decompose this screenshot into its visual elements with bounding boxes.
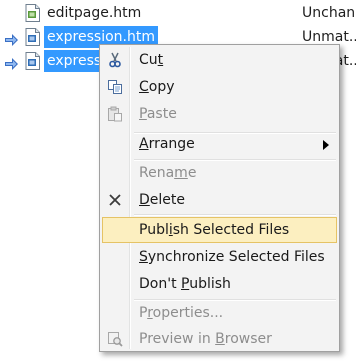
menu-item-label: Properties... bbox=[139, 305, 224, 321]
menu-item-properties[interactable]: Properties... bbox=[102, 300, 337, 326]
copy-icon bbox=[107, 79, 123, 95]
menu-item-label: Don't Publish bbox=[139, 276, 231, 292]
file-row-editpage[interactable]: editpage.htm Unchan... bbox=[0, 2, 356, 24]
submenu-arrow-icon bbox=[323, 140, 329, 150]
menu-item-synchronize-selected-files[interactable]: Synchronize Selected Files bbox=[102, 244, 337, 270]
menu-item-dont-publish[interactable]: Don't Publish bbox=[102, 271, 337, 297]
menu-item-publish-selected-files[interactable]: Publish Selected Files bbox=[102, 217, 337, 243]
html-file-icon bbox=[25, 28, 41, 46]
paste-icon bbox=[107, 106, 123, 122]
context-menu: Cut Copy Paste Arrange Rename Delete Pub… bbox=[99, 44, 340, 352]
menu-item-label: Synchronize Selected Files bbox=[139, 249, 325, 265]
menu-item-copy[interactable]: Copy bbox=[102, 74, 337, 100]
preview-browser-icon bbox=[107, 331, 123, 347]
menu-item-label: Rename bbox=[139, 165, 197, 181]
menu-item-arrange[interactable]: Arrange bbox=[102, 131, 337, 157]
html-file-icon bbox=[25, 4, 41, 22]
menu-item-label: Delete bbox=[139, 192, 185, 208]
menu-item-label: Copy bbox=[139, 79, 175, 95]
menu-item-paste[interactable]: Paste bbox=[102, 101, 337, 127]
menu-separator bbox=[134, 214, 336, 216]
menu-item-preview-in-browser[interactable]: Preview in Browser bbox=[102, 326, 337, 352]
delete-x-icon bbox=[107, 192, 123, 208]
scissors-icon bbox=[107, 52, 123, 68]
html-file-icon bbox=[25, 52, 41, 70]
menu-item-rename[interactable]: Rename bbox=[102, 160, 337, 186]
menu-item-delete[interactable]: Delete bbox=[102, 187, 337, 213]
blue-arrow-icon bbox=[5, 55, 19, 70]
menu-item-label: Arrange bbox=[139, 136, 195, 152]
menu-item-label: Cut bbox=[139, 52, 164, 68]
file-name: editpage.htm bbox=[47, 5, 142, 21]
blue-arrow-icon bbox=[5, 31, 19, 46]
menu-item-label: Paste bbox=[139, 106, 177, 122]
menu-item-label: Preview in Browser bbox=[139, 331, 272, 347]
menu-item-cut[interactable]: Cut bbox=[102, 47, 337, 73]
menu-item-label: Publish Selected Files bbox=[139, 222, 290, 238]
file-status: Unchan... bbox=[302, 5, 356, 21]
